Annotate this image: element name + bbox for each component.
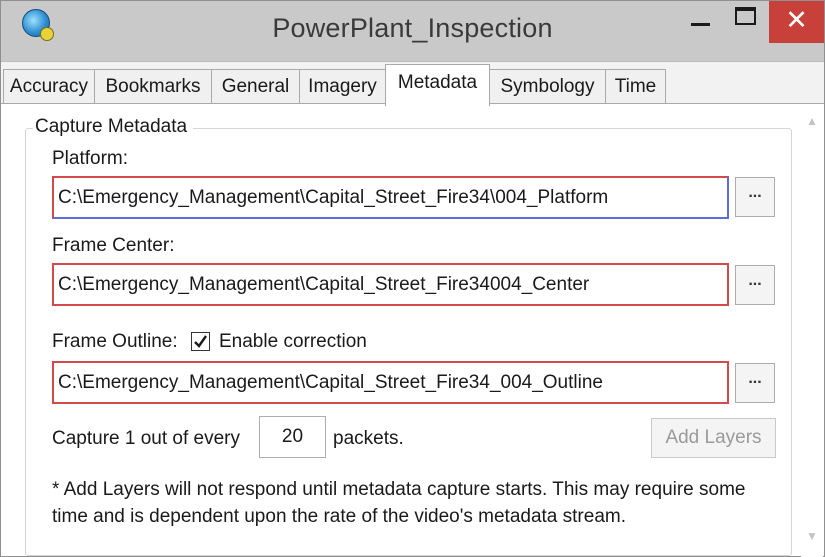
tab-accuracy[interactable]: Accuracy [3, 69, 95, 105]
group-title: Capture Metadata [33, 116, 194, 138]
minimize-icon [691, 23, 710, 26]
frame-outline-browse-button[interactable]: ... [735, 363, 775, 403]
frame-center-browse-button[interactable]: ... [735, 265, 775, 305]
minimize-button[interactable] [679, 1, 721, 41]
enable-correction-label[interactable]: Enable correction [219, 331, 367, 353]
tab-general[interactable]: General [211, 69, 300, 105]
tab-imagery[interactable]: Imagery [299, 69, 386, 105]
platform-path-input[interactable]: C:\Emergency_Management\Capital_Street_F… [52, 176, 729, 219]
packets-label: packets. [333, 428, 404, 449]
packets-input[interactable]: 20 [259, 416, 326, 458]
capture-rate-label: Capture 1 out of every [52, 428, 240, 449]
frame-outline-label: Frame Outline: [52, 331, 178, 352]
metadata-panel: Capture Metadata Platform: C:\Emergency_… [1, 103, 824, 557]
platform-label: Platform: [52, 148, 129, 169]
enable-correction-checkbox[interactable] [191, 332, 210, 351]
close-button[interactable]: ✕ [769, 1, 824, 43]
tab-strip: Accuracy Bookmarks General Imagery Metad… [1, 61, 824, 106]
platform-browse-button[interactable]: ... [735, 177, 775, 217]
add-layers-button[interactable]: Add Layers [651, 418, 776, 458]
tab-time[interactable]: Time [605, 69, 666, 105]
layer-properties-window: PowerPlant_Inspection ✕ Accuracy Bookmar… [0, 0, 825, 557]
checkmark-icon [194, 335, 207, 348]
scroll-down-icon[interactable]: ▼ [805, 529, 819, 543]
maximize-icon [735, 7, 756, 25]
frame-center-label: Frame Center: [52, 235, 175, 256]
frame-center-path-input[interactable]: C:\Emergency_Management\Capital_Street_F… [52, 263, 729, 306]
vertical-scrollbar[interactable]: ▲ ▼ [801, 104, 823, 557]
close-icon: ✕ [785, 5, 808, 36]
add-layers-note: * Add Layers will not respond until meta… [52, 479, 746, 527]
tab-metadata[interactable]: Metadata [385, 64, 490, 106]
scroll-up-icon[interactable]: ▲ [805, 114, 819, 128]
tab-symbology[interactable]: Symbology [489, 69, 606, 105]
tab-bookmarks[interactable]: Bookmarks [94, 69, 212, 105]
maximize-button[interactable] [725, 1, 767, 41]
title-bar[interactable]: PowerPlant_Inspection ✕ [1, 1, 824, 61]
frame-outline-path-input[interactable]: C:\Emergency_Management\Capital_Street_F… [52, 361, 729, 404]
